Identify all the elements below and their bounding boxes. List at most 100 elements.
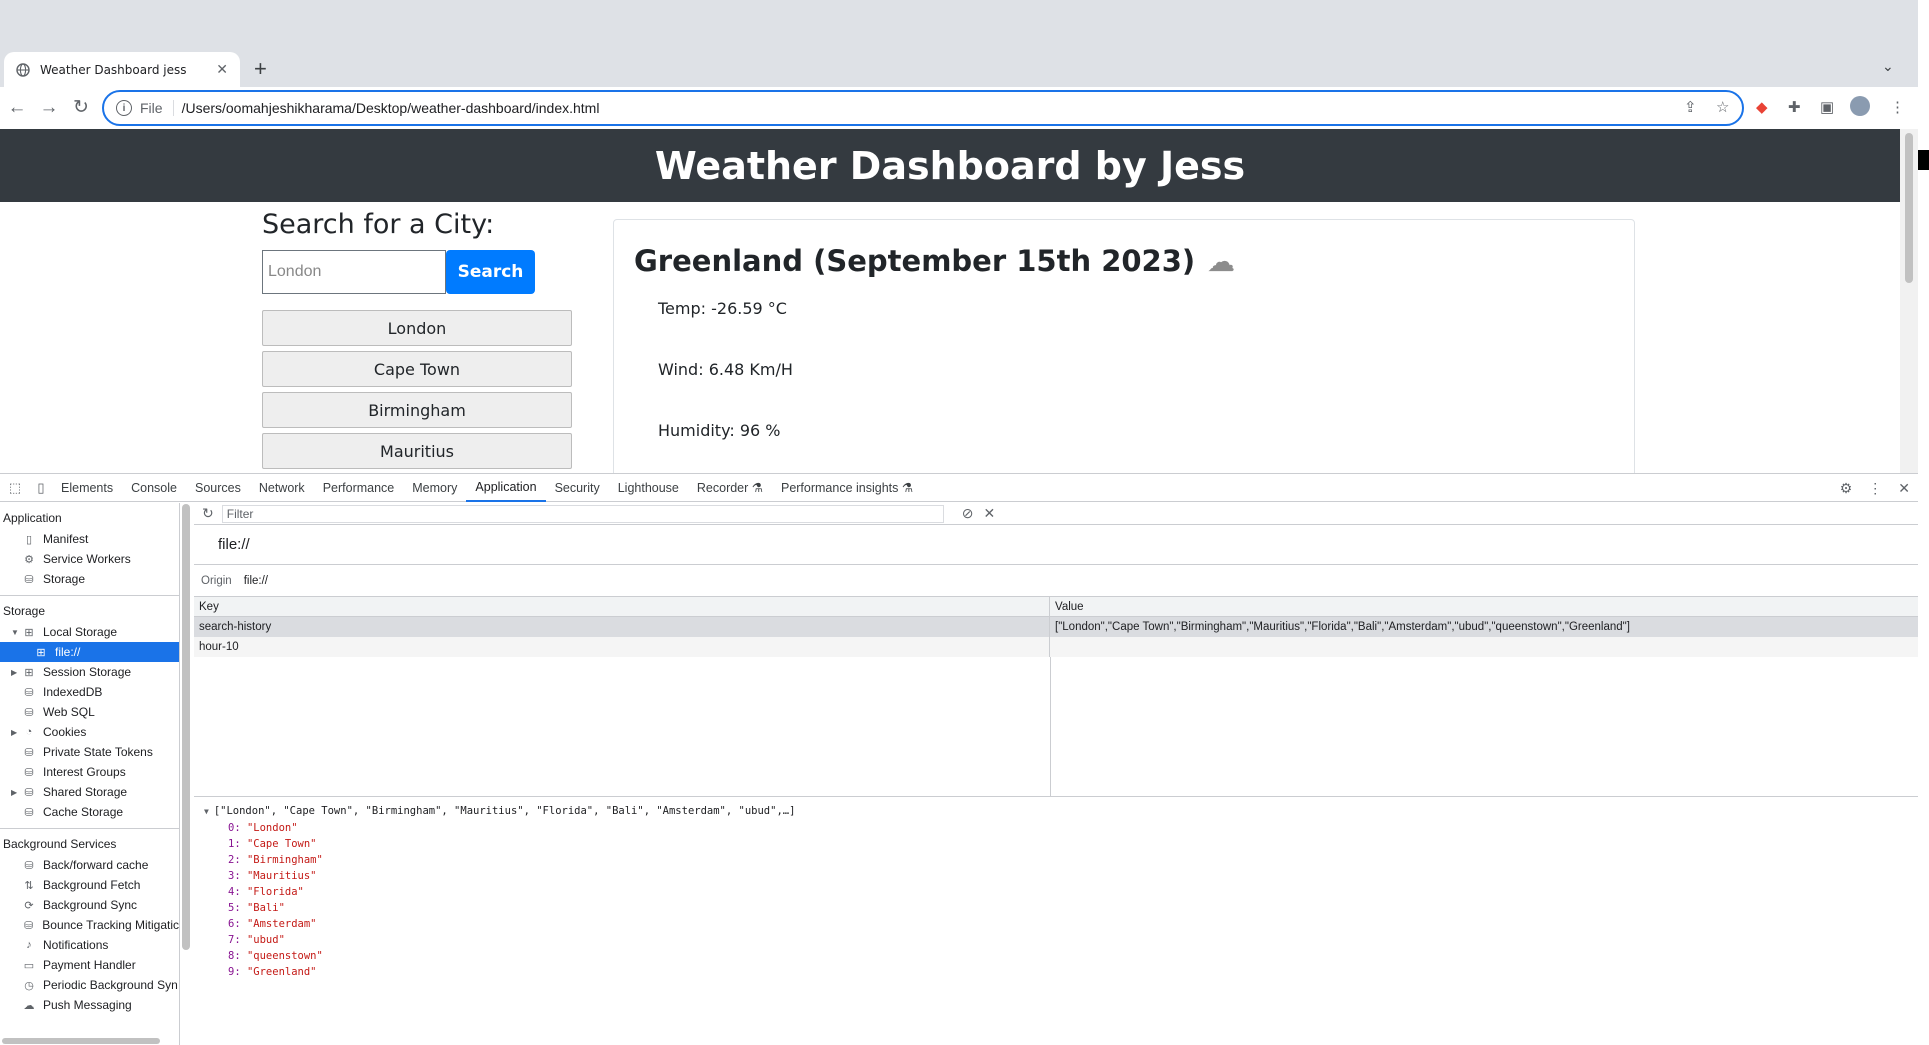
reload-icon[interactable]: ↻ bbox=[70, 96, 92, 120]
extensions-puzzle-icon[interactable]: ✚ bbox=[1788, 98, 1801, 116]
column-header-key[interactable]: Key bbox=[194, 597, 1050, 616]
application-sidebar: Application ▯ Manifest ⚙ Service Workers ⛁… bbox=[0, 503, 180, 1045]
sidebar-item-back-forward-cache[interactable]: ⛁ Back/forward cache bbox=[0, 855, 179, 875]
tab-sources[interactable]: Sources bbox=[186, 474, 250, 502]
url-text[interactable]: /Users/oomahjeshikharama/Desktop/weather… bbox=[182, 100, 600, 116]
sidebar-item-manifest[interactable]: ▯ Manifest bbox=[0, 529, 179, 549]
page-scrollbar[interactable] bbox=[1900, 129, 1918, 473]
preview-item: 4: "Florida" bbox=[204, 884, 1918, 900]
tab-elements[interactable]: Elements bbox=[52, 474, 122, 502]
sidebar-item-indexeddb[interactable]: ⛁ IndexedDB bbox=[0, 682, 179, 702]
sidebar-item-cache-storage[interactable]: ⛁ Cache Storage bbox=[0, 802, 179, 822]
row-value[interactable]: ["London","Cape Town","Birmingham","Maur… bbox=[1050, 617, 1918, 637]
profile-avatar[interactable] bbox=[1850, 96, 1870, 116]
tab-search-chevron-icon[interactable]: ⌄ bbox=[1882, 58, 1894, 75]
tab-recorder[interactable]: Recorder ⚗ bbox=[688, 474, 772, 502]
tab-security[interactable]: Security bbox=[546, 474, 609, 502]
history-button-cape-town[interactable]: Cape Town bbox=[262, 351, 572, 387]
forward-icon[interactable]: → bbox=[38, 96, 60, 120]
table-row[interactable]: search-history ["London","Cape Town","Bi… bbox=[194, 617, 1918, 637]
sidebar-item-payment-handler[interactable]: ▭ Payment Handler bbox=[0, 955, 179, 975]
sidebar-item-session-storage[interactable]: ▶ ⊞ Session Storage bbox=[0, 662, 179, 682]
browser-tab[interactable]: Weather Dashboard jess ✕ bbox=[4, 52, 240, 87]
address-bar[interactable]: i File /Users/oomahjeshikharama/Desktop/… bbox=[102, 90, 1744, 126]
preview-index: 8: bbox=[228, 950, 247, 962]
sidebar-item-label: Cookies bbox=[43, 725, 87, 739]
temp-text: Temp: -26.59 °C bbox=[658, 299, 787, 318]
page-scrollbar-thumb[interactable] bbox=[1905, 133, 1913, 283]
tab-close-icon[interactable]: ✕ bbox=[216, 61, 228, 78]
filter-input[interactable] bbox=[221, 504, 944, 523]
close-devtools-icon[interactable]: ✕ bbox=[1898, 480, 1910, 497]
collapsed-arrow-icon[interactable]: ▶ bbox=[11, 788, 17, 797]
sidebar-item-background-fetch[interactable]: ⇅ Background Fetch bbox=[0, 875, 179, 895]
preview-index: 0: bbox=[228, 822, 247, 834]
tab-application[interactable]: Application bbox=[466, 474, 546, 502]
city-search-input[interactable] bbox=[262, 250, 446, 294]
delete-selected-icon[interactable]: ✕ bbox=[983, 505, 995, 522]
sidebar-item-interest-groups[interactable]: ⛁ Interest Groups bbox=[0, 762, 179, 782]
tab-lighthouse[interactable]: Lighthouse bbox=[609, 474, 688, 502]
devtools-menu-icon[interactable]: ⋮ bbox=[1868, 480, 1882, 497]
row-key[interactable]: hour-10 bbox=[194, 637, 1050, 657]
wind-text: Wind: 6.48 Km/H bbox=[658, 360, 793, 379]
site-info-icon[interactable]: i bbox=[116, 100, 132, 116]
cloud-icon: ☁ bbox=[23, 999, 35, 1012]
history-button-london[interactable]: London bbox=[262, 310, 572, 346]
device-toolbar-icon[interactable]: ▯ bbox=[30, 480, 52, 496]
bookmark-star-icon[interactable]: ☆ bbox=[1716, 98, 1729, 116]
tab-memory[interactable]: Memory bbox=[403, 474, 466, 502]
sidebar-item-private-state-tokens[interactable]: ⛁ Private State Tokens bbox=[0, 742, 179, 762]
globe-icon bbox=[16, 62, 30, 77]
tab-console[interactable]: Console bbox=[122, 474, 186, 502]
preview-summary-row[interactable]: ▼ ["London", "Cape Town", "Birmingham", "… bbox=[204, 803, 1918, 820]
storage-view: ↻ ⊘ ✕ file:// Origin file:// Key Value s… bbox=[194, 503, 1918, 1045]
table-row[interactable]: hour-10 bbox=[194, 637, 1918, 657]
search-button[interactable]: Search bbox=[446, 250, 535, 294]
sidebar-item-web-sql[interactable]: ⛁ Web SQL bbox=[0, 702, 179, 722]
sidebar-item-label: Interest Groups bbox=[43, 765, 126, 779]
history-button-birmingham[interactable]: Birmingham bbox=[262, 392, 572, 428]
sidebar-item-label: Notifications bbox=[43, 938, 109, 952]
preview-value: "Greenland" bbox=[246, 966, 317, 978]
row-key[interactable]: search-history bbox=[194, 617, 1050, 637]
column-header-value[interactable]: Value bbox=[1050, 597, 1918, 616]
share-icon[interactable]: ⇪ bbox=[1684, 98, 1697, 116]
row-value[interactable] bbox=[1050, 637, 1918, 657]
refresh-icon[interactable]: ↻ bbox=[202, 505, 214, 522]
sidebar-item-bounce-tracking[interactable]: ⛁ Bounce Tracking Mitigatic bbox=[0, 915, 179, 935]
sidebar-item-periodic-background-sync[interactable]: ◷ Periodic Background Syn bbox=[0, 975, 179, 995]
expanded-arrow-icon[interactable]: ▼ bbox=[11, 628, 19, 637]
tab-performance[interactable]: Performance bbox=[314, 474, 404, 502]
menu-kebab-icon[interactable]: ⋮ bbox=[1890, 98, 1905, 116]
sidebar-item-background-sync[interactable]: ⟳ Background Sync bbox=[0, 895, 179, 915]
database-icon: ⛁ bbox=[24, 919, 34, 932]
collapsed-arrow-icon[interactable]: ▶ bbox=[11, 728, 17, 737]
sidebar-horizontal-scrollbar[interactable] bbox=[2, 1038, 160, 1044]
sidebar-scrollbar-thumb[interactable] bbox=[182, 504, 190, 950]
clear-all-icon[interactable]: ⊘ bbox=[962, 505, 974, 522]
sidebar-item-label: Web SQL bbox=[43, 705, 95, 719]
sidebar-item-cookies[interactable]: ▶ ◔ Cookies bbox=[0, 722, 179, 742]
database-icon: ⛁ bbox=[24, 573, 34, 586]
sidebar-item-shared-storage[interactable]: ▶ ⛁ Shared Storage bbox=[0, 782, 179, 802]
sidebar-item-service-workers[interactable]: ⚙ Service Workers bbox=[0, 549, 179, 569]
sidebar-item-file-origin[interactable]: ⊞ file:// bbox=[0, 642, 179, 662]
history-button-mauritius[interactable]: Mauritius bbox=[262, 433, 572, 469]
sidebar-item-local-storage[interactable]: ▼ ⊞ Local Storage bbox=[0, 622, 179, 642]
sidebar-item-storage[interactable]: ⛁ Storage bbox=[0, 569, 179, 589]
inspect-element-icon[interactable]: ⬚ bbox=[4, 480, 26, 496]
new-tab-button[interactable]: + bbox=[254, 56, 267, 82]
tab-performance-insights[interactable]: Performance insights ⚗ bbox=[772, 474, 922, 502]
extension-record-icon[interactable]: ◆ bbox=[1756, 98, 1768, 116]
back-icon[interactable]: ← bbox=[6, 96, 28, 120]
sidebar-item-notifications[interactable]: ♪ Notifications bbox=[0, 935, 179, 955]
settings-gear-icon[interactable]: ⚙ bbox=[1840, 480, 1853, 497]
tab-network[interactable]: Network bbox=[250, 474, 314, 502]
collapsed-arrow-icon[interactable]: ▶ bbox=[11, 668, 17, 677]
sidebar-item-push-messaging[interactable]: ☁ Push Messaging bbox=[0, 995, 179, 1015]
expanded-arrow-icon[interactable]: ▼ bbox=[204, 807, 209, 816]
side-panel-icon[interactable]: ▣ bbox=[1820, 98, 1834, 116]
preview-value: "ubud" bbox=[246, 934, 285, 946]
preview-value: "London" bbox=[246, 822, 298, 834]
